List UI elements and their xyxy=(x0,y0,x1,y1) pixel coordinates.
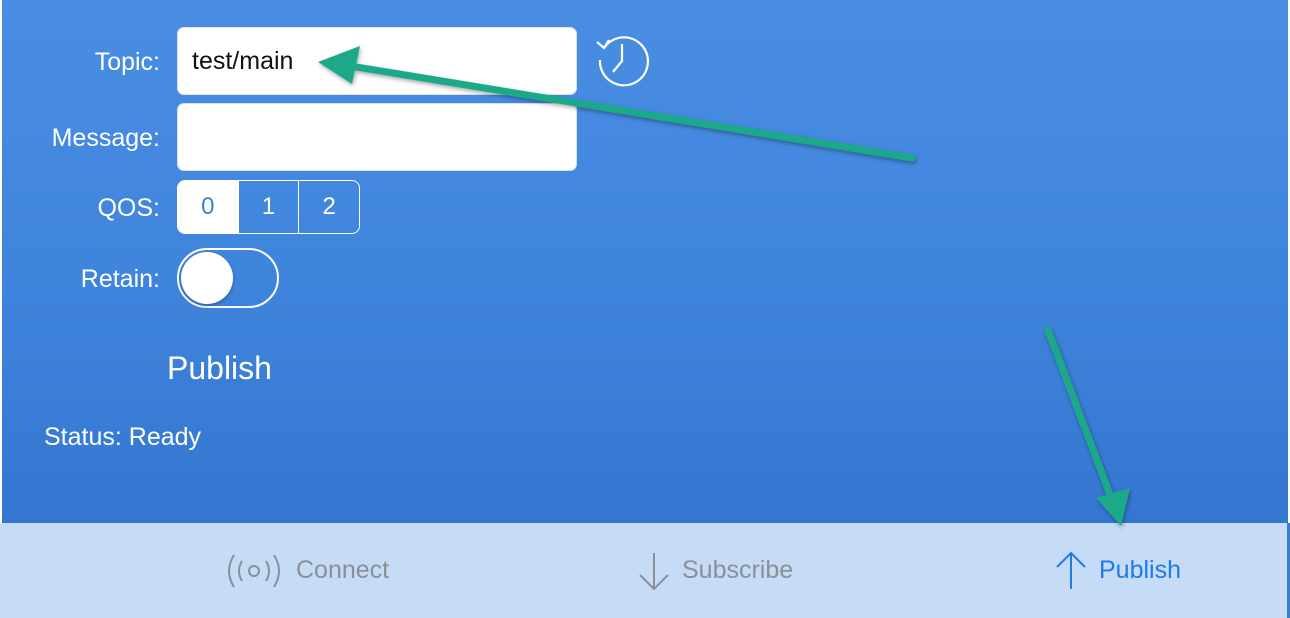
message-input[interactable] xyxy=(177,103,577,171)
qos-option-2[interactable]: 2 xyxy=(298,181,359,233)
tab-publish-label: Publish xyxy=(1099,556,1181,584)
broadcast-icon xyxy=(228,553,280,588)
toggle-knob xyxy=(181,252,233,304)
arrow-down-icon xyxy=(639,552,669,590)
publish-panel: Topic: test/main Message: QOS: 0 1 2 Ret… xyxy=(2,0,1288,523)
message-label: Message: xyxy=(51,124,160,152)
tab-connect-label: Connect xyxy=(296,556,390,584)
tab-bar: Connect Subscribe Publish xyxy=(0,523,1290,618)
qos-option-0[interactable]: 0 xyxy=(178,181,238,233)
qos-segmented-control[interactable]: 0 1 2 xyxy=(177,180,360,234)
retain-toggle[interactable] xyxy=(177,248,279,308)
publish-button[interactable]: Publish xyxy=(167,350,272,387)
topic-input[interactable]: test/main xyxy=(177,27,577,95)
qos-option-1[interactable]: 1 xyxy=(237,181,299,233)
tab-subscribe[interactable]: Subscribe xyxy=(636,523,793,618)
arrow-up-icon xyxy=(1056,551,1086,589)
history-clock-icon[interactable] xyxy=(592,30,652,90)
tab-subscribe-label: Subscribe xyxy=(682,556,794,584)
status-text: Status: Ready xyxy=(44,423,202,451)
qos-label: QOS: xyxy=(97,194,160,222)
tab-publish[interactable]: Publish xyxy=(1053,523,1181,618)
topic-label: Topic: xyxy=(94,48,160,76)
retain-label: Retain: xyxy=(80,265,160,293)
tab-connect[interactable]: Connect xyxy=(222,523,389,618)
